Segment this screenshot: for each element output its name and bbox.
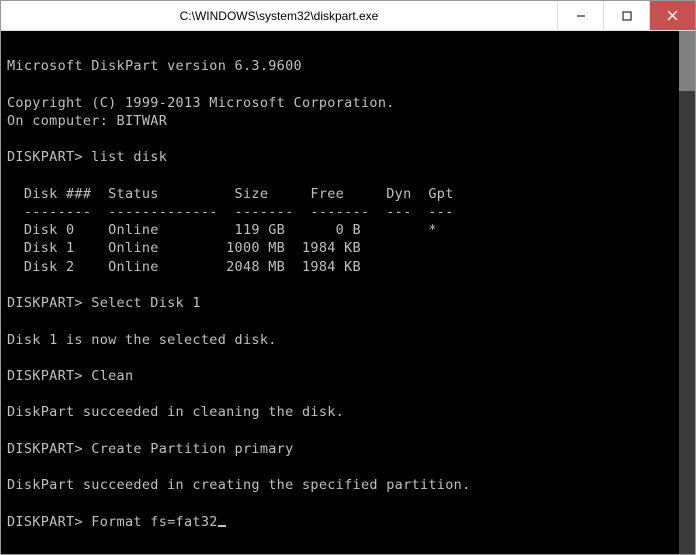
titlebar[interactable]: C:\WINDOWS\system32\diskpart.exe	[1, 1, 695, 31]
diskpart-window: C:\WINDOWS\system32\diskpart.exe Microso…	[0, 0, 696, 555]
scroll-thumb[interactable]	[679, 31, 695, 91]
console-area: Microsoft DiskPart version 6.3.9600 Copy…	[1, 31, 695, 554]
cursor	[218, 525, 226, 527]
console-output[interactable]: Microsoft DiskPart version 6.3.9600 Copy…	[1, 31, 679, 554]
window-controls	[557, 1, 695, 30]
minimize-button[interactable]	[557, 1, 603, 30]
vertical-scrollbar[interactable]	[679, 31, 695, 554]
close-button[interactable]	[649, 1, 695, 30]
maximize-button[interactable]	[603, 1, 649, 30]
window-title: C:\WINDOWS\system32\diskpart.exe	[1, 9, 557, 23]
